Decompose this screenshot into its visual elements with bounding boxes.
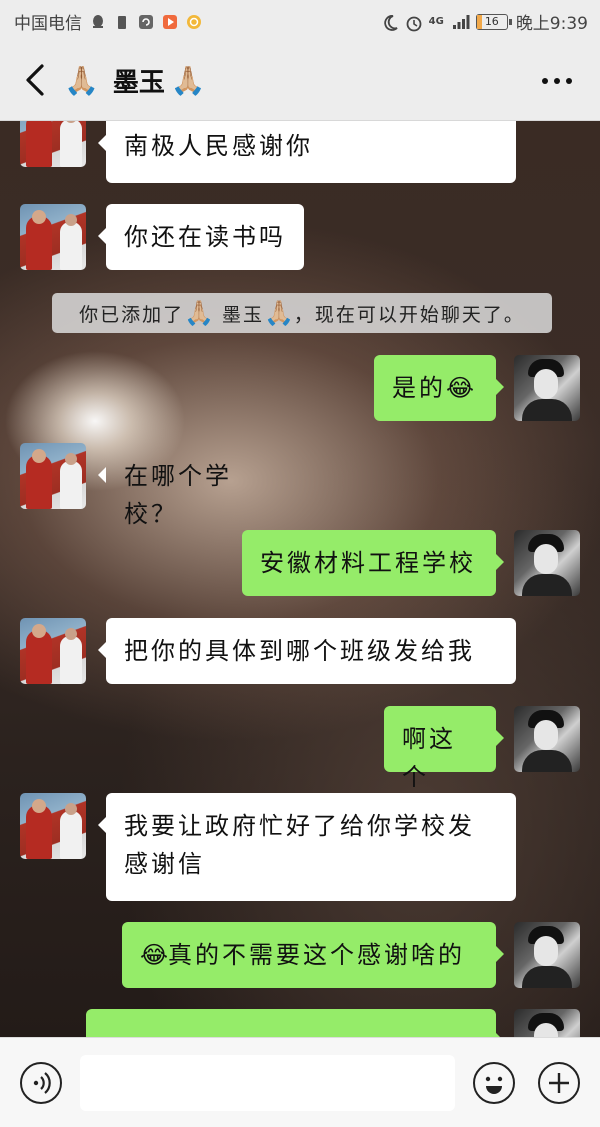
contact-name: 墨玉 <box>112 67 165 98</box>
my-avatar[interactable] <box>514 1009 580 1037</box>
alarm-icon <box>405 14 422 31</box>
network-type-label: 4G <box>428 16 444 27</box>
coin-icon <box>186 14 202 30</box>
input-bar <box>0 1037 600 1127</box>
status-bar: 中国电信 4G 16 晚上9:39 <box>0 0 600 40</box>
message-bubble[interactable]: 我要让政府忙好了给你学校发感谢信 <box>98 793 516 901</box>
contact-avatar[interactable] <box>20 618 86 684</box>
message-bubble[interactable]: 是的😂 <box>374 355 504 421</box>
battery-fill <box>476 14 482 29</box>
message-text: 是的 <box>392 374 446 402</box>
pray-emoji-icon: 🙏🏼 <box>64 63 99 97</box>
contact-avatar[interactable] <box>20 443 86 509</box>
message-text: 啊这个 <box>402 725 456 791</box>
contact-avatar[interactable] <box>20 204 86 270</box>
message-bubble[interactable]: 你还在读书吗 <box>98 204 304 270</box>
contact-avatar[interactable] <box>20 793 86 859</box>
pray-emoji-icon: 🙏🏼 <box>170 63 206 97</box>
pray-emoji-icon: 🙏🏼 <box>264 299 294 327</box>
message-text: 你还在读书吗 <box>124 223 286 251</box>
message-bubble[interactable]: 南极人民感谢你 <box>98 121 516 183</box>
system-notice-text: ，现在可以开始聊天了。 <box>293 304 525 326</box>
my-avatar[interactable] <box>514 922 580 988</box>
my-avatar[interactable] <box>514 706 580 772</box>
message-bubble[interactable]: 啊这个 <box>384 706 504 791</box>
message-text: 安徽材料工程学校 <box>260 549 476 577</box>
message-text: 我要让政府忙好了给你学校发感谢信 <box>124 812 475 878</box>
battery-icon: 16 <box>475 13 512 30</box>
message-bubble-partial[interactable] <box>86 1009 504 1037</box>
chat-header: 🙏🏼 墨玉 🙏🏼 <box>0 40 600 121</box>
signal-icon <box>452 14 470 30</box>
pray-emoji-icon: 🙏🏼 <box>184 299 214 327</box>
sync-icon <box>138 14 154 30</box>
message-text: 真的不需要这个感谢啥的 <box>168 941 466 969</box>
message-bubble[interactable]: 把你的具体到哪个班级发给我 <box>98 618 516 684</box>
message-text: 把你的具体到哪个班级发给我 <box>124 637 475 665</box>
moon-icon <box>381 14 398 31</box>
battery-saver-icon <box>114 14 130 30</box>
chat-area[interactable]: 南极人民感谢你 你还在读书吗 你已添加了🙏🏼 墨玉🙏🏼，现在可以开始聊天了。 是… <box>0 121 600 1037</box>
message-bubble[interactable]: 😂真的不需要这个感谢啥的 <box>122 922 504 988</box>
laugh-cry-emoji-icon: 😂 <box>446 374 475 402</box>
system-notice-name: 墨玉 <box>222 304 265 326</box>
system-notice: 你已添加了🙏🏼 墨玉🙏🏼，现在可以开始聊天了。 <box>52 293 552 333</box>
message-bubble[interactable]: 在哪个学校？ <box>98 443 296 528</box>
message-bubble[interactable]: 安徽材料工程学校 <box>242 530 504 596</box>
battery-level-label: 16 <box>484 14 499 28</box>
clock-label: 晚上9:39 <box>515 14 588 34</box>
message-text: 南极人民感谢你 <box>124 132 313 160</box>
my-avatar[interactable] <box>514 355 580 421</box>
my-avatar[interactable] <box>514 530 580 596</box>
emoji-icon[interactable] <box>473 1062 515 1104</box>
more-dots-icon[interactable] <box>542 78 572 84</box>
video-app-icon <box>162 14 178 30</box>
system-notice-text: 你已添加了 <box>79 304 185 326</box>
message-text: 在哪个学校？ <box>124 462 232 528</box>
message-input[interactable] <box>80 1055 455 1111</box>
voice-icon[interactable] <box>20 1062 62 1104</box>
carrier-label: 中国电信 <box>14 14 82 34</box>
contact-avatar[interactable] <box>20 121 86 167</box>
plus-icon[interactable] <box>538 1062 580 1104</box>
chevron-left-icon[interactable] <box>20 62 50 98</box>
laugh-cry-emoji-icon: 😂 <box>140 941 169 969</box>
qq-icon <box>90 14 106 30</box>
chat-title: 🙏🏼 墨玉 🙏🏼 <box>64 60 206 100</box>
